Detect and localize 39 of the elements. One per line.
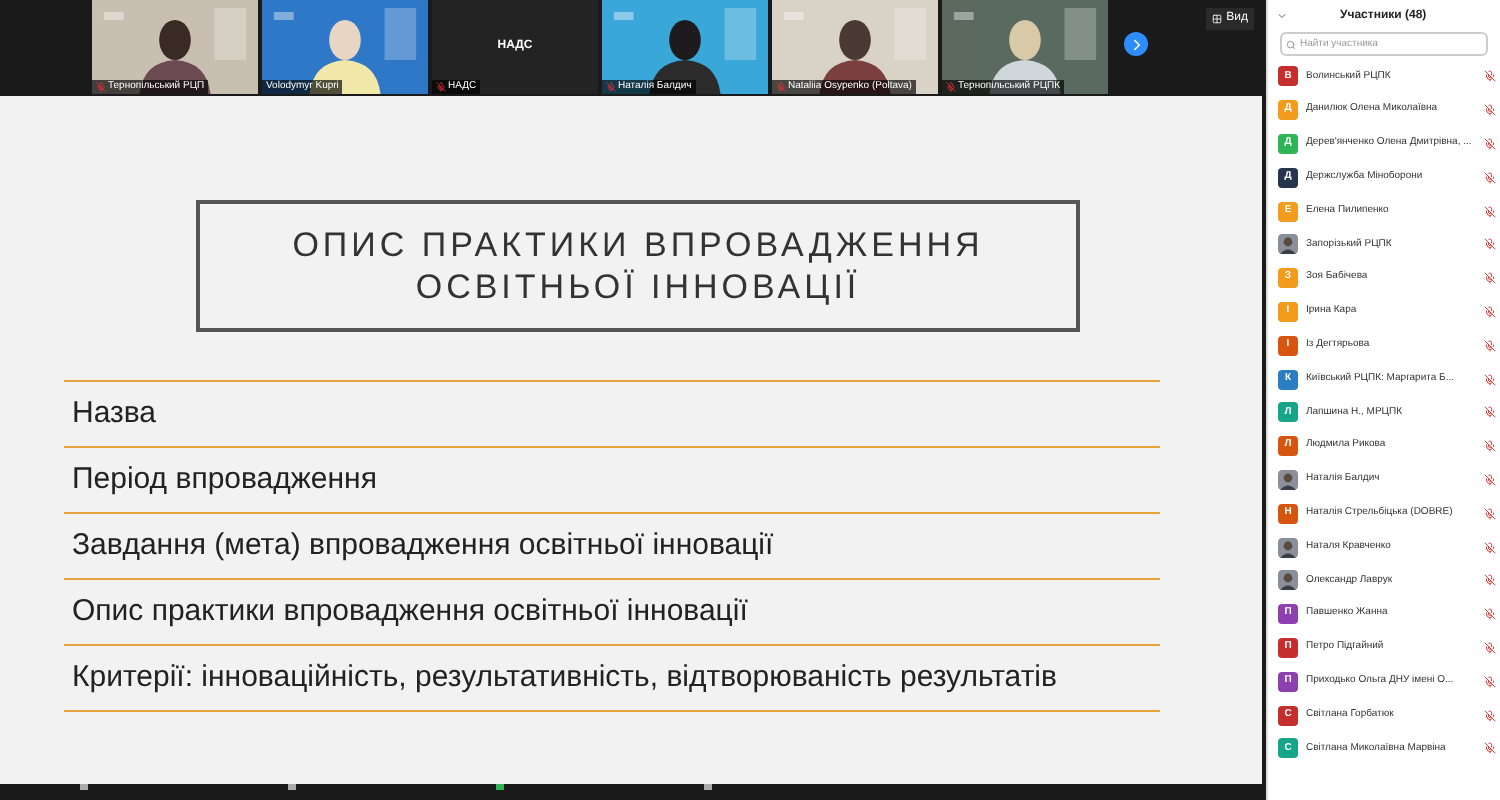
muted-mic-icon xyxy=(946,82,956,92)
muted-mic-icon xyxy=(1484,339,1496,352)
muted-mic-icon xyxy=(1484,742,1496,755)
grid-icon xyxy=(1212,14,1223,24)
next-page-button[interactable] xyxy=(1124,32,1148,56)
muted-mic-icon xyxy=(1484,507,1496,520)
muted-mic-icon xyxy=(1484,205,1496,218)
avatar-photo-icon xyxy=(1278,570,1298,591)
muted-mic-icon xyxy=(1484,70,1496,83)
muted-mic-icon xyxy=(1484,574,1496,587)
muted-mic-icon xyxy=(1484,675,1496,688)
slide-list-item: Критерії: інноваційність, результативність, відтворюваність результатів xyxy=(72,657,1057,698)
slide-list-item: Завдання (мета) впровадження освітньої інновації xyxy=(72,525,774,566)
search-icon xyxy=(1286,39,1296,49)
muted-mic-icon xyxy=(1484,104,1496,117)
slide-list-item: Опис практики впровадження освітньої інновації xyxy=(72,591,748,632)
muted-mic-icon xyxy=(436,82,446,92)
muted-mic-icon xyxy=(1484,608,1496,621)
muted-mic-icon xyxy=(1484,272,1496,285)
muted-mic-icon xyxy=(1484,171,1496,184)
slide-list-item: Назва xyxy=(72,393,157,434)
muted-mic-icon xyxy=(1484,641,1496,654)
avatar-photo-icon xyxy=(1278,537,1298,558)
muted-mic-icon xyxy=(1484,137,1496,150)
muted-mic-icon xyxy=(606,82,616,92)
muted-mic-icon xyxy=(1484,473,1496,486)
muted-mic-icon xyxy=(1484,440,1496,453)
slide-list-item: Період впровадження xyxy=(72,459,377,500)
muted-mic-icon xyxy=(1484,541,1496,554)
muted-mic-icon xyxy=(776,82,786,92)
muted-mic-icon xyxy=(1484,709,1496,722)
muted-mic-icon xyxy=(1484,373,1496,386)
muted-mic-icon xyxy=(1484,406,1496,419)
slide-title: ОПИС ПРАКТИКИ ВПРОВАДЖЕННЯ ОСВІТНЬОЇ ІННОВАЦІЇ xyxy=(196,200,1080,332)
muted-mic-icon xyxy=(1484,238,1496,251)
muted-mic-icon xyxy=(1484,305,1496,318)
muted-mic-icon xyxy=(96,82,106,92)
avatar-photo-icon xyxy=(1278,234,1298,255)
avatar-photo-icon xyxy=(1278,469,1298,490)
